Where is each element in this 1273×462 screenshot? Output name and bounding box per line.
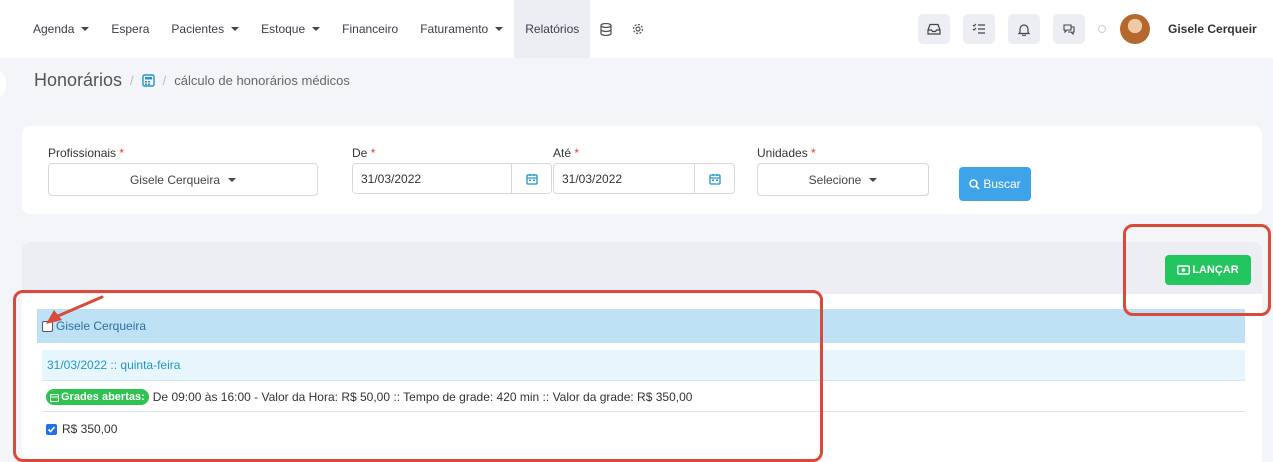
- de-label: De *: [352, 146, 376, 160]
- breadcrumb-separator: /: [162, 73, 167, 88]
- chevron-down-icon: [228, 177, 237, 182]
- breadcrumb: Honorários / / cálculo de honorários méd…: [34, 70, 350, 91]
- calculator-icon[interactable]: [141, 74, 155, 87]
- nav-estoque[interactable]: Estoque: [250, 0, 331, 58]
- chevron-down-icon: [81, 27, 90, 31]
- calendar-icon[interactable]: [694, 164, 734, 193]
- de-date-value[interactable]: 31/03/2022: [353, 164, 511, 193]
- bell-icon[interactable]: [1008, 14, 1040, 44]
- ate-date-value[interactable]: 31/03/2022: [554, 164, 694, 193]
- results-toolbar: LANÇAR: [22, 242, 1262, 294]
- arrow-annotation: [46, 295, 104, 324]
- settings-icon[interactable]: [622, 0, 654, 58]
- nav-financeiro-label: Financeiro: [342, 22, 399, 36]
- nav-espera-label: Espera: [111, 22, 150, 36]
- unidades-select[interactable]: Selecione: [757, 163, 929, 196]
- user-name[interactable]: Gisele Cerqueir: [1168, 22, 1273, 36]
- ate-date-field[interactable]: 31/03/2022: [553, 163, 735, 194]
- breadcrumb-current: cálculo de honorários médicos: [174, 73, 350, 88]
- search-button-label: Buscar: [983, 177, 1021, 191]
- highlight-box-results: [13, 290, 823, 462]
- profissionais-value: Gisele Cerqueira: [129, 172, 221, 187]
- chevron-down-icon: [495, 27, 504, 31]
- ate-label: Até *: [553, 146, 580, 160]
- nav-espera[interactable]: Espera: [100, 0, 160, 58]
- status-indicator: [1098, 25, 1106, 33]
- database-icon[interactable]: [590, 0, 622, 58]
- nav-faturamento-label: Faturamento: [420, 22, 489, 36]
- nav-relatorios-label: Relatórios: [525, 22, 580, 36]
- top-navbar: Agenda Espera Pacientes Estoque Financei…: [0, 0, 1273, 58]
- search-button[interactable]: Buscar: [959, 167, 1031, 201]
- page-title: Honorários: [34, 70, 123, 90]
- nav-relatorios[interactable]: Relatórios: [514, 0, 591, 58]
- highlight-box-launch: [1123, 224, 1271, 316]
- unidades-label: Unidades *: [757, 146, 816, 160]
- chevron-down-icon: [231, 27, 240, 31]
- chevron-down-icon: [869, 177, 878, 182]
- side-toggle[interactable]: [0, 68, 6, 100]
- nav-estoque-label: Estoque: [261, 22, 306, 36]
- inbox-icon[interactable]: [918, 14, 950, 44]
- de-date-field[interactable]: 31/03/2022: [352, 163, 552, 194]
- profissionais-select[interactable]: Gisele Cerqueira: [48, 163, 318, 196]
- nav-agenda[interactable]: Agenda: [22, 0, 100, 58]
- profissionais-label: Profissionais *: [48, 146, 125, 160]
- nav-pacientes-label: Pacientes: [171, 22, 225, 36]
- unidades-value: Selecione: [808, 172, 862, 187]
- tasks-icon[interactable]: [963, 14, 995, 44]
- nav-agenda-label: Agenda: [33, 22, 75, 36]
- user-area: Gisele Cerqueir: [918, 0, 1273, 58]
- search-icon: [969, 178, 980, 190]
- nav-pacientes[interactable]: Pacientes: [160, 0, 250, 58]
- main-menu: Agenda Espera Pacientes Estoque Financei…: [0, 0, 654, 58]
- chevron-down-icon: [312, 27, 321, 31]
- calendar-icon[interactable]: [511, 164, 551, 193]
- nav-faturamento[interactable]: Faturamento: [409, 0, 514, 58]
- nav-financeiro[interactable]: Financeiro: [331, 0, 409, 58]
- filter-panel: Profissionais * Gisele Cerqueira De * 31…: [22, 126, 1262, 214]
- chat-icon[interactable]: [1053, 14, 1085, 44]
- avatar[interactable]: [1120, 14, 1150, 44]
- breadcrumb-separator: /: [130, 73, 134, 88]
